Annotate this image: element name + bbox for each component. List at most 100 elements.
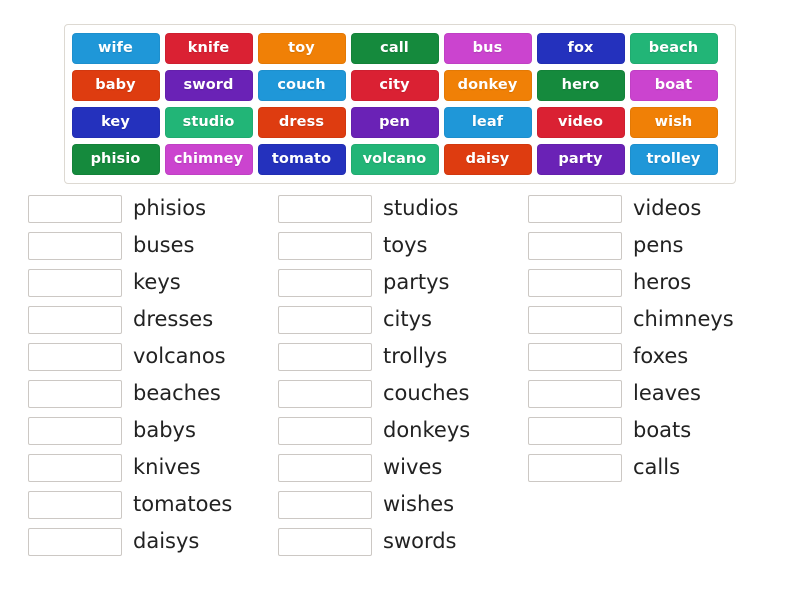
- answer-row: daisys: [28, 523, 278, 560]
- word-tile[interactable]: fox: [536, 33, 625, 64]
- word-tile[interactable]: bus: [443, 33, 532, 64]
- answer-row: tomatoes: [28, 486, 278, 523]
- word-tile[interactable]: city: [350, 70, 439, 101]
- answer-label: volcanos: [133, 344, 226, 368]
- answer-row: boats: [528, 412, 778, 449]
- word-tile[interactable]: leaf: [443, 107, 532, 138]
- drop-slot[interactable]: [278, 342, 372, 371]
- drop-slot[interactable]: [28, 305, 122, 334]
- answer-label: daisys: [133, 529, 200, 553]
- answer-label: dresses: [133, 307, 214, 331]
- answer-row: toys: [278, 227, 528, 264]
- word-tile[interactable]: volcano: [350, 144, 439, 175]
- drop-slot[interactable]: [528, 231, 622, 260]
- drop-slot[interactable]: [28, 379, 122, 408]
- answer-row: pens: [528, 227, 778, 264]
- word-tile[interactable]: boat: [629, 70, 718, 101]
- word-tile[interactable]: knife: [164, 33, 253, 64]
- drop-slot[interactable]: [28, 527, 122, 556]
- drop-slot[interactable]: [278, 379, 372, 408]
- drop-slot[interactable]: [278, 453, 372, 482]
- word-tile[interactable]: hero: [536, 70, 625, 101]
- answer-label: buses: [133, 233, 195, 257]
- drop-slot[interactable]: [278, 490, 372, 519]
- word-tile[interactable]: dress: [257, 107, 346, 138]
- drop-slot[interactable]: [28, 453, 122, 482]
- drop-slot[interactable]: [278, 194, 372, 223]
- answer-row: volcanos: [28, 338, 278, 375]
- drop-slot[interactable]: [278, 527, 372, 556]
- drop-slot[interactable]: [528, 379, 622, 408]
- answer-label: citys: [383, 307, 432, 331]
- tile-bank: wife knife toy call bus fox beach baby sword couc…: [64, 24, 736, 184]
- answer-row: beaches: [28, 375, 278, 412]
- word-tile[interactable]: sword: [164, 70, 253, 101]
- answer-row: chimneys: [528, 301, 778, 338]
- answer-column: videos pens heros chimneys foxes leaves boats c…: [528, 190, 778, 560]
- answer-row: babys: [28, 412, 278, 449]
- word-tile[interactable]: phisio: [71, 144, 160, 175]
- word-tile[interactable]: wife: [71, 33, 160, 64]
- answer-column: phisios buses keys dresses volcanos beaches ba…: [28, 190, 278, 560]
- word-tile[interactable]: video: [536, 107, 625, 138]
- drop-slot[interactable]: [528, 416, 622, 445]
- answer-row: donkeys: [278, 412, 528, 449]
- tile-row: baby sword couch city donkey hero boat: [69, 67, 731, 104]
- word-tile[interactable]: tomato: [257, 144, 346, 175]
- drop-slot[interactable]: [528, 268, 622, 297]
- drop-slot[interactable]: [28, 342, 122, 371]
- answer-row: studios: [278, 190, 528, 227]
- drop-slot[interactable]: [528, 342, 622, 371]
- answer-label: trollys: [383, 344, 448, 368]
- answer-label: leaves: [633, 381, 701, 405]
- answer-row: foxes: [528, 338, 778, 375]
- word-tile[interactable]: beach: [629, 33, 718, 64]
- answer-label: tomatoes: [133, 492, 233, 516]
- answer-label: boats: [633, 418, 692, 442]
- answer-row: dresses: [28, 301, 278, 338]
- drop-slot[interactable]: [28, 231, 122, 260]
- answer-label: calls: [633, 455, 681, 479]
- word-tile[interactable]: trolley: [629, 144, 718, 175]
- answer-label: phisios: [133, 196, 207, 220]
- drop-slot[interactable]: [278, 231, 372, 260]
- answer-label: videos: [633, 196, 702, 220]
- answer-label: wishes: [383, 492, 455, 516]
- word-tile[interactable]: wish: [629, 107, 718, 138]
- answer-row: heros: [528, 264, 778, 301]
- word-tile[interactable]: pen: [350, 107, 439, 138]
- tile-row: wife knife toy call bus fox beach: [69, 30, 731, 67]
- drop-slot[interactable]: [278, 268, 372, 297]
- answer-label: knives: [133, 455, 201, 479]
- answer-label: keys: [133, 270, 181, 294]
- drop-slot[interactable]: [278, 416, 372, 445]
- word-tile[interactable]: couch: [257, 70, 346, 101]
- word-tile[interactable]: baby: [71, 70, 160, 101]
- word-tile[interactable]: donkey: [443, 70, 532, 101]
- word-tile[interactable]: daisy: [443, 144, 532, 175]
- word-tile[interactable]: key: [71, 107, 160, 138]
- word-tile[interactable]: toy: [257, 33, 346, 64]
- answer-row: wishes: [278, 486, 528, 523]
- drop-slot[interactable]: [28, 490, 122, 519]
- answer-row: leaves: [528, 375, 778, 412]
- drop-slot[interactable]: [528, 194, 622, 223]
- answer-column: studios toys partys citys trollys couches donk…: [278, 190, 528, 560]
- drop-slot[interactable]: [28, 268, 122, 297]
- drop-slot[interactable]: [528, 305, 622, 334]
- word-tile[interactable]: party: [536, 144, 625, 175]
- word-tile[interactable]: call: [350, 33, 439, 64]
- answer-row: wives: [278, 449, 528, 486]
- drop-slot[interactable]: [28, 194, 122, 223]
- answer-label: toys: [383, 233, 428, 257]
- drop-slot[interactable]: [528, 453, 622, 482]
- answer-label: swords: [383, 529, 457, 553]
- drop-slot[interactable]: [28, 416, 122, 445]
- answer-label: chimneys: [633, 307, 734, 331]
- answer-row: videos: [528, 190, 778, 227]
- word-tile[interactable]: studio: [164, 107, 253, 138]
- answer-row: keys: [28, 264, 278, 301]
- word-tile[interactable]: chimney: [164, 144, 253, 175]
- drop-slot[interactable]: [278, 305, 372, 334]
- answer-label: beaches: [133, 381, 221, 405]
